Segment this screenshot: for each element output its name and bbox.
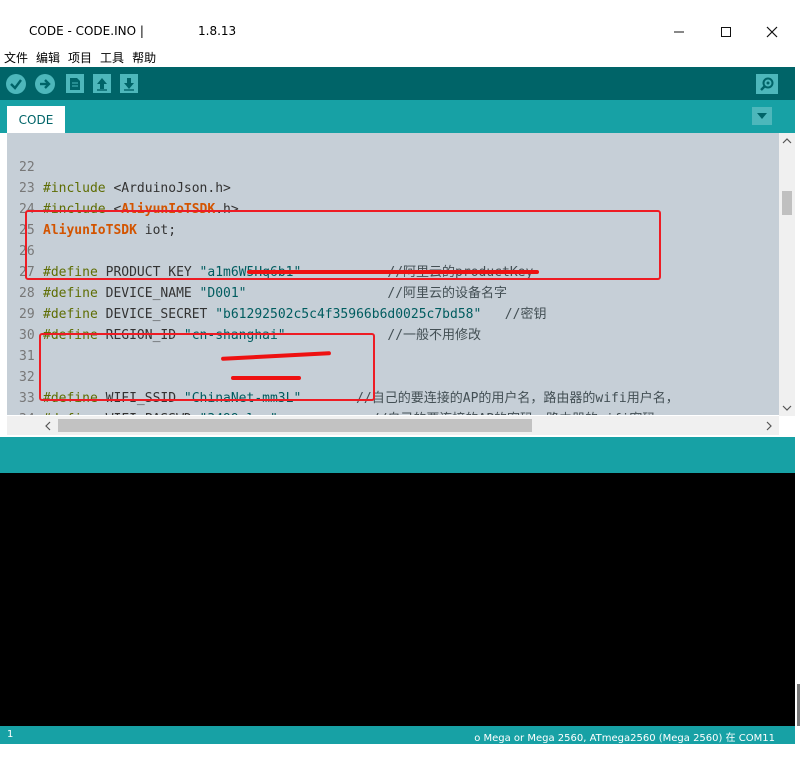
- code-line: 35: [7, 409, 38, 415]
- file-icon: [70, 77, 80, 90]
- menu-file[interactable]: 文件: [0, 46, 32, 66]
- console-output: [0, 473, 797, 726]
- version-label: 1.8.13: [198, 24, 237, 38]
- title-bar: CODE - CODE.INO | 1.8.13: [0, 0, 800, 46]
- triangle-down-icon: [757, 113, 767, 119]
- tab-menu-button[interactable]: [752, 107, 772, 125]
- code-line: 33 #define WIFI_PASSWD "3499ulcp" //自己的要…: [7, 367, 655, 415]
- code-editor[interactable]: 22 #include <ArduinoJson.h> 23 #include …: [7, 133, 779, 415]
- code-line: 22 #include <ArduinoJson.h>: [7, 136, 231, 196]
- message-area: [0, 437, 800, 473]
- menu-bar: 文件 编辑 项目 工具 帮助: [0, 46, 800, 66]
- window-title: CODE - CODE.INO |: [29, 24, 144, 38]
- code-line: 23 #include <AliyunIoTSDK.h>: [7, 157, 239, 217]
- maximize-button[interactable]: [703, 18, 749, 46]
- code-line: 34: [7, 388, 38, 415]
- open-sketch-button[interactable]: [93, 74, 111, 93]
- verify-button[interactable]: [6, 74, 26, 94]
- horizontal-scroll-thumb[interactable]: [58, 419, 532, 432]
- menu-sketch[interactable]: 项目: [64, 46, 96, 66]
- maximize-icon: [721, 27, 731, 37]
- annotation-box-aliyun-config: [25, 210, 661, 280]
- status-board-port: o Mega or Mega 2560, ATmega2560 (Mega 25…: [474, 733, 775, 744]
- magnifier-icon: [760, 77, 774, 91]
- minimize-button[interactable]: [656, 18, 702, 46]
- arrow-right-icon: [40, 79, 51, 89]
- upload-button[interactable]: [35, 74, 55, 94]
- menu-tools[interactable]: 工具: [96, 46, 128, 66]
- menu-edit[interactable]: 编辑: [32, 46, 64, 66]
- code-line: 31: [7, 325, 38, 364]
- vertical-scroll-thumb[interactable]: [782, 191, 792, 215]
- chevron-left-icon: [45, 421, 51, 431]
- chevron-down-icon: [782, 405, 792, 411]
- window-edge: [795, 67, 800, 744]
- code-text: #include <ArduinoJson.h>: [43, 181, 231, 196]
- arrow-up-icon: [97, 77, 107, 91]
- minimize-icon: [674, 31, 684, 33]
- code-line: 30: [7, 304, 38, 343]
- menu-help[interactable]: 帮助: [128, 46, 160, 66]
- tab-bar: CODE: [0, 100, 795, 133]
- status-line-number: 1: [7, 729, 14, 740]
- new-sketch-button[interactable]: [66, 74, 84, 93]
- code-text: #define DEVICE_NAME "D001" //阿里云的设备名字: [43, 286, 508, 301]
- close-icon: [766, 26, 778, 38]
- save-sketch-button[interactable]: [120, 74, 138, 93]
- code-line: 29 #define REGION_ID "cn-shanghai" //一般不…: [7, 283, 481, 343]
- arrow-down-icon: [124, 77, 134, 91]
- status-bar: 1 o Mega or Mega 2560, ATmega2560 (Mega …: [0, 726, 795, 744]
- chevron-right-icon: [766, 421, 772, 431]
- code-line: 32 #define WIFI_SSID "ChinaNet-mm3L" //自…: [7, 346, 679, 406]
- horizontal-scrollbar[interactable]: [7, 416, 779, 435]
- annotation-box-wifi-config: [39, 333, 375, 401]
- chevron-up-icon: [782, 138, 792, 144]
- check-icon: [10, 79, 22, 90]
- tab-code[interactable]: CODE: [7, 106, 65, 133]
- serial-monitor-button[interactable]: [756, 74, 778, 94]
- code-text: #define DEVICE_SECRET "b61292502c5c4f359…: [43, 307, 547, 322]
- close-button[interactable]: [749, 18, 795, 46]
- vertical-scrollbar[interactable]: [779, 133, 795, 416]
- toolbar: [0, 67, 795, 100]
- code-line: 24 AliyunIoTSDK iot;: [7, 178, 176, 238]
- code-text: #define WIFI_PASSWD "3499ulcp" //自己的要连接的…: [43, 409, 655, 415]
